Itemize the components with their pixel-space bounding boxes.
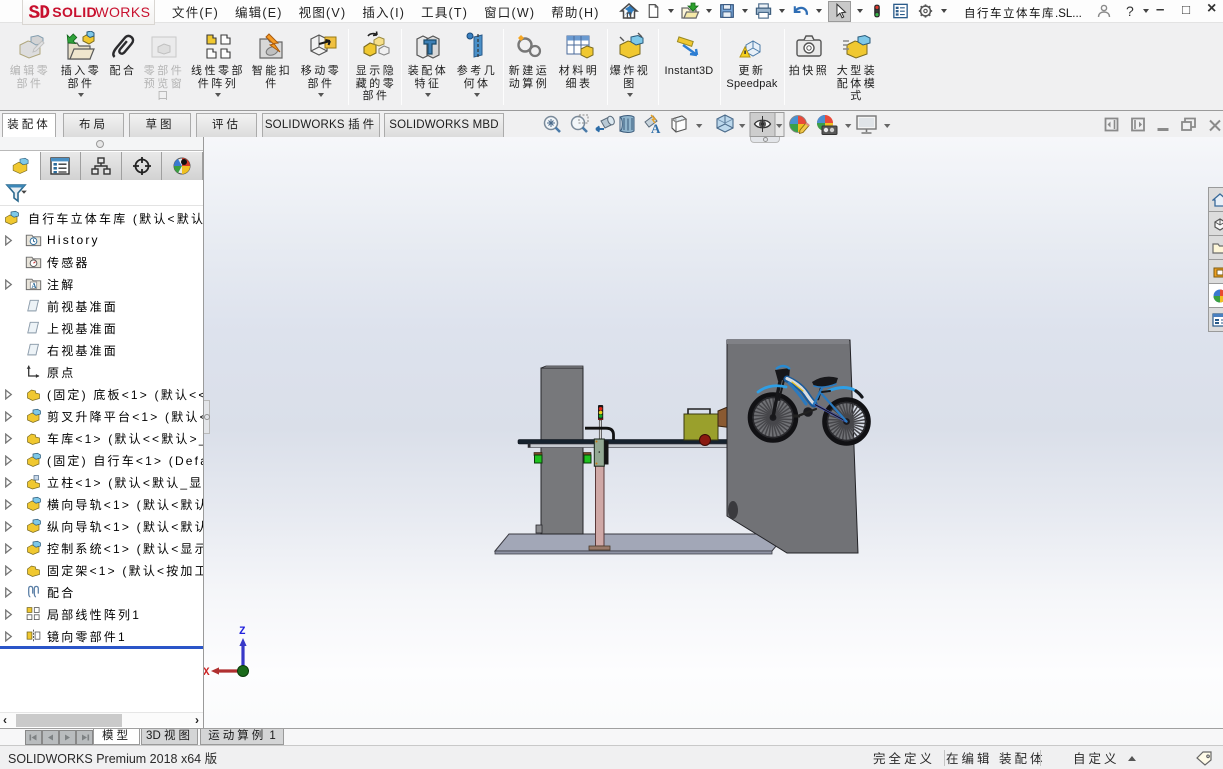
svg-text:SOLID: SOLID [52, 4, 97, 20]
svg-text:A: A [32, 283, 37, 290]
svg-text:Z: Z [239, 626, 246, 638]
svg-text:X: X [204, 667, 210, 679]
svg-text:A: A [651, 121, 661, 136]
svg-text:WORKS: WORKS [95, 4, 150, 20]
